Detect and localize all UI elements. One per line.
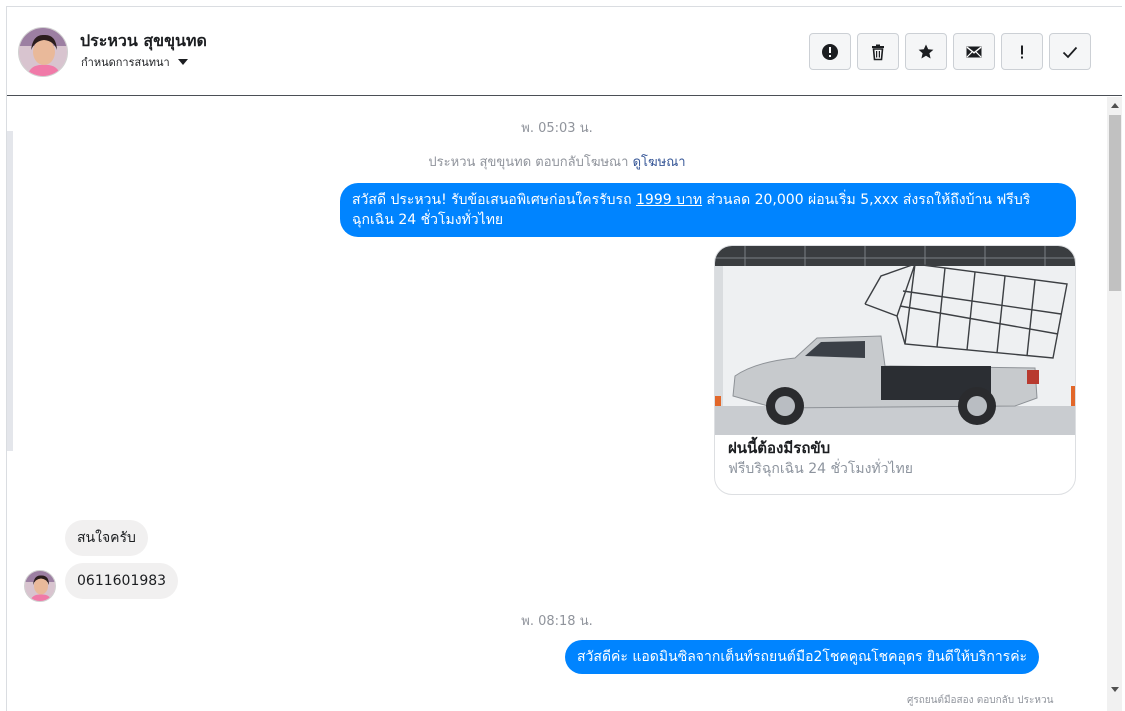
price-text: 1999 บาท [636, 192, 703, 208]
outgoing-message[interactable]: สวัสดี ประหวน! รับข้อเสนอพิเศษก่อนใครรับ… [340, 183, 1076, 237]
report-button[interactable] [809, 33, 851, 70]
thread-scrollbar[interactable] [1107, 97, 1122, 711]
star-icon [918, 44, 934, 58]
card-subtitle: ฟรีบริฉุกเฉิน 24 ชั่วโมงทั่วไทย [728, 461, 913, 477]
timestamp: พ. 08:18 น. [521, 614, 593, 629]
message-text: ส่วนลด 20,000 ผ่อนเริ่ม 5,xxx ส่งรถให้ถึ… [702, 192, 1031, 208]
trash-icon [872, 44, 884, 60]
delete-button[interactable] [857, 33, 899, 70]
important-button[interactable] [1001, 33, 1043, 70]
conversation-window: ประหวน สุขขุนทด กำหนดการสนทนา พ. 05:03 น… [6, 6, 1122, 711]
message-text: สวัสดี ประหวน! รับข้อเสนอพิเศษก่อนใครรับ… [352, 192, 636, 208]
contact-avatar-small [24, 570, 56, 602]
conversation-header: ประหวน สุขขุนทด กำหนดการสนทนา [7, 7, 1122, 96]
ad-reply-text: ประหวน สุขขุนทด ตอบกลับโฆษณา [428, 155, 633, 170]
message-thread[interactable]: พ. 05:03 น. ประหวน สุขขุนทด ตอบกลับโฆษณา… [7, 97, 1107, 711]
alert-circle-icon [822, 43, 838, 60]
pickup-truck-image [715, 246, 1075, 435]
timestamp: พ. 05:03 น. [521, 121, 593, 136]
check-icon [1062, 46, 1078, 58]
ad-attachment-card[interactable]: ฝนนี้ต้องมีรถขับ ฟรีบริฉุกเฉิน 24 ชั่วโม… [714, 245, 1076, 495]
view-ad-link[interactable]: ดูโฆษณา [633, 155, 686, 170]
contact-avatar[interactable] [18, 27, 68, 77]
mark-unread-button[interactable] [953, 33, 995, 70]
contact-name[interactable]: ประหวน สุขขุนทด [80, 29, 207, 54]
outgoing-message[interactable]: สวัสดีค่ะ แอดมินซิลจากเต็นท์รถยนต์มือ2โช… [565, 640, 1040, 674]
header-actions [809, 33, 1091, 70]
ad-reply-notice: ประหวน สุขขุนทด ตอบกลับโฆษณา ดูโฆษณา [7, 151, 1107, 172]
scroll-down-arrow-icon[interactable] [1111, 687, 1119, 692]
mark-done-button[interactable] [1049, 33, 1091, 70]
message-text: ฉุกเฉิน 24 ชั่วโมงทั่วไทย [352, 212, 504, 228]
exclamation-icon [1021, 45, 1023, 58]
scroll-up-arrow-icon[interactable] [1111, 103, 1119, 108]
conversation-settings-dropdown[interactable]: กำหนดการสนทนา [81, 53, 188, 71]
chevron-down-icon [177, 59, 188, 65]
conversation-settings-label: กำหนดการสนทนา [81, 56, 170, 69]
scrollbar-thumb[interactable] [1109, 115, 1121, 291]
reply-note: ศูรถยนต์มือสอง ตอบกลับ ประหวน [907, 695, 1054, 706]
envelope-icon [966, 46, 982, 57]
incoming-message[interactable]: สนใจครับ [65, 520, 148, 556]
card-title: ฝนนี้ต้องมีรถขับ [728, 439, 831, 457]
incoming-message[interactable]: 0611601983 [65, 563, 179, 599]
star-button[interactable] [905, 33, 947, 70]
